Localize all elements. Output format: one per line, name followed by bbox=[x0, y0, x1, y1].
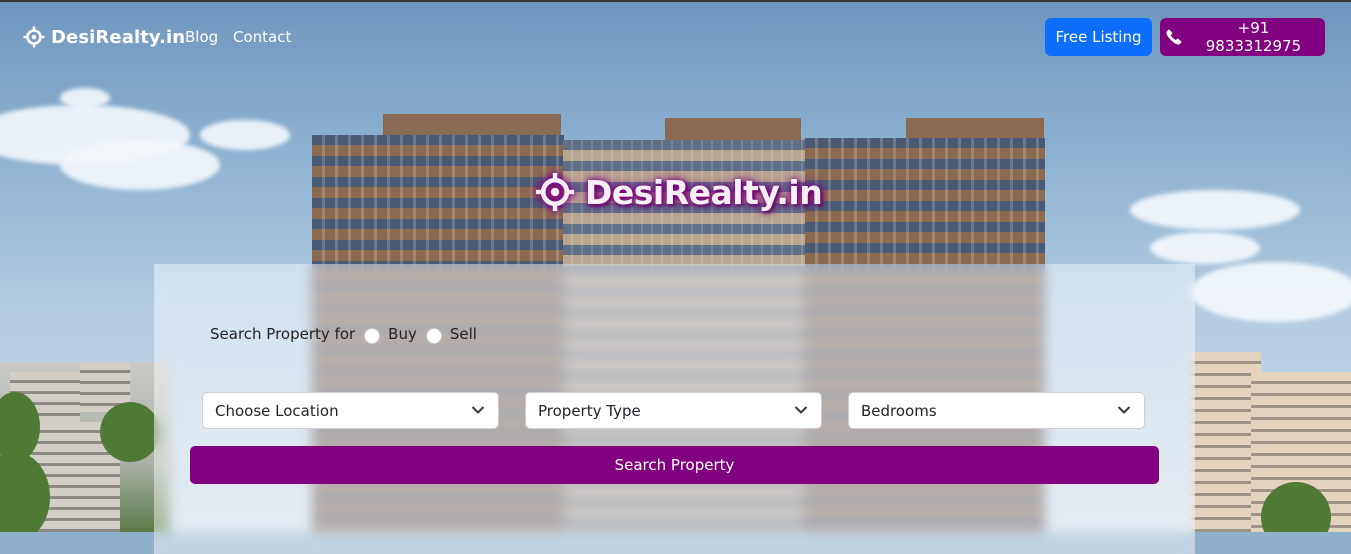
navbar: DesiRealty.in Blog Contact Free Listing … bbox=[0, 0, 1351, 74]
window-top-border bbox=[0, 0, 1351, 2]
sell-label: Sell bbox=[449, 325, 477, 343]
chevron-down-icon bbox=[1117, 406, 1131, 414]
chevron-down-icon bbox=[471, 406, 485, 414]
hero-logo: DesiRealty.in bbox=[535, 172, 823, 212]
buy-radio[interactable] bbox=[364, 328, 381, 344]
bedrooms-select-value: Bedrooms bbox=[861, 401, 937, 420]
property-type-select-value: Property Type bbox=[538, 401, 641, 420]
sell-radio[interactable] bbox=[425, 328, 442, 344]
bedrooms-select[interactable]: Bedrooms bbox=[848, 392, 1145, 429]
nav-link-contact[interactable]: Contact bbox=[233, 28, 291, 46]
buy-label: Buy bbox=[388, 325, 417, 343]
search-panel: Search Property for Buy Sell Choose Loca… bbox=[154, 264, 1195, 554]
location-select-value: Choose Location bbox=[215, 401, 339, 420]
brand-link[interactable]: DesiRealty.in bbox=[23, 26, 185, 48]
location-crosshair-icon bbox=[23, 26, 45, 48]
search-mode-group: Search Property for Buy Sell bbox=[210, 324, 477, 344]
search-prompt-label: Search Property for bbox=[210, 325, 356, 343]
phone-number: +91 9833312975 bbox=[1205, 19, 1302, 55]
search-property-button[interactable]: Search Property bbox=[190, 446, 1159, 484]
property-type-select[interactable]: Property Type bbox=[525, 392, 822, 429]
hero-logo-text: DesiRealty.in bbox=[585, 172, 823, 212]
location-select[interactable]: Choose Location bbox=[202, 392, 499, 429]
phone-icon bbox=[1166, 29, 1182, 45]
free-listing-button[interactable]: Free Listing bbox=[1045, 18, 1152, 56]
brand-name: DesiRealty.in bbox=[51, 26, 186, 48]
chevron-down-icon bbox=[794, 406, 808, 414]
phone-button[interactable]: +91 9833312975 bbox=[1160, 18, 1325, 56]
nav-link-blog[interactable]: Blog bbox=[185, 28, 218, 46]
location-crosshair-icon bbox=[535, 172, 575, 212]
